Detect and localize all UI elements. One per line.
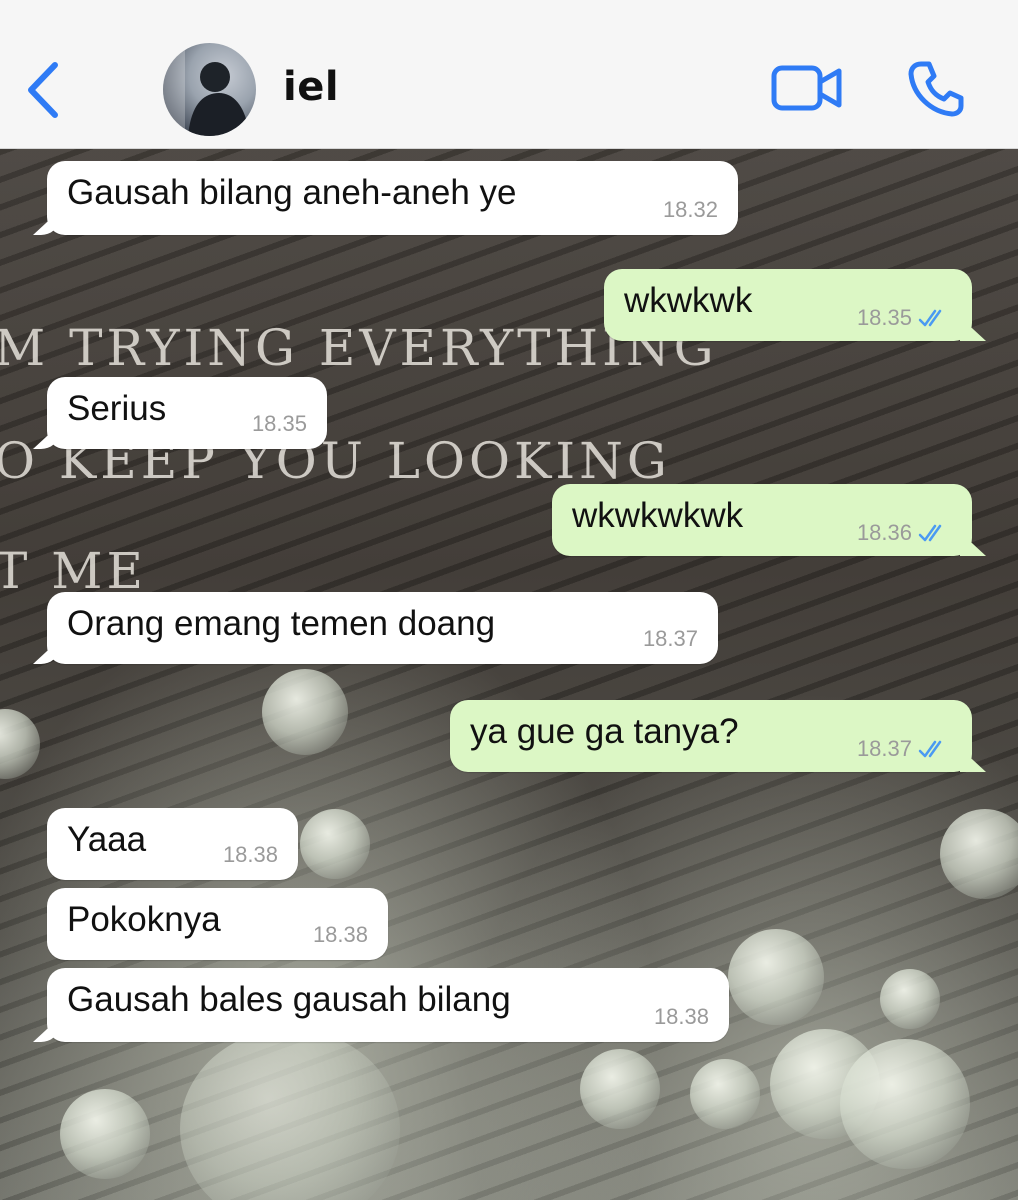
- outgoing-message[interactable]: wkwkwkwk 18.36: [552, 484, 972, 556]
- message-time: 18.35: [251, 411, 307, 436]
- video-call-button[interactable]: [770, 62, 844, 114]
- disco-ball-decoration: [580, 1049, 660, 1129]
- disco-ball-decoration: [300, 809, 370, 879]
- message-time: 18.38: [312, 922, 368, 947]
- video-camera-icon: [771, 65, 842, 111]
- message-text: Gausah bales gausah bilang: [67, 980, 511, 1019]
- chandelier-decoration: [180, 1029, 400, 1200]
- disco-ball-decoration: [728, 929, 824, 1025]
- back-button[interactable]: [18, 58, 68, 122]
- incoming-message[interactable]: Orang emang temen doang 18.37: [47, 592, 718, 664]
- message-text: Yaaa: [67, 820, 147, 859]
- message-text: wkwkwkwk: [572, 496, 744, 535]
- incoming-message[interactable]: Pokoknya 18.38: [47, 888, 388, 960]
- avatar-photo: [163, 43, 249, 136]
- disco-ball-decoration: [690, 1059, 760, 1129]
- contact-name[interactable]: iel: [283, 64, 339, 110]
- disco-ball-decoration: [840, 1039, 970, 1169]
- message-text: wkwkwk: [624, 281, 753, 320]
- message-time: 18.38: [222, 842, 278, 867]
- double-check-read-icon: [918, 309, 942, 327]
- incoming-message[interactable]: Serius 18.35: [47, 377, 327, 449]
- message-meta: 18.37: [857, 736, 950, 762]
- message-time: 18.37: [856, 736, 912, 761]
- voice-call-button[interactable]: [905, 58, 967, 120]
- phone-icon: [908, 61, 964, 117]
- double-check-read-icon: [918, 740, 942, 758]
- message-time: 18.36: [856, 520, 912, 545]
- disco-ball-decoration: [0, 709, 40, 779]
- incoming-message[interactable]: Gausah bilang aneh-aneh ye 18.32: [47, 161, 738, 235]
- message-time: 18.38: [653, 1004, 709, 1029]
- disco-ball-decoration: [940, 809, 1018, 899]
- message-time: 18.32: [662, 197, 718, 222]
- disco-ball-decoration: [262, 669, 348, 755]
- message-text: Orang emang temen doang: [67, 604, 496, 643]
- outgoing-message[interactable]: ya gue ga tanya? 18.37: [450, 700, 972, 772]
- disco-ball-decoration: [60, 1089, 150, 1179]
- outgoing-message[interactable]: wkwkwk 18.35: [604, 269, 972, 341]
- disco-ball-decoration: [880, 969, 940, 1029]
- message-time: 18.37: [642, 626, 698, 651]
- chevron-left-icon: [28, 62, 58, 118]
- incoming-message[interactable]: Gausah bales gausah bilang 18.38: [47, 968, 729, 1042]
- message-meta: 18.36: [857, 520, 950, 546]
- chat-header: iel: [0, 0, 1018, 149]
- message-text: Serius: [67, 389, 167, 428]
- message-text: Gausah bilang aneh-aneh ye: [67, 173, 517, 212]
- message-time: 18.35: [856, 305, 912, 330]
- double-check-read-icon: [918, 524, 942, 542]
- incoming-message[interactable]: Yaaa 18.38: [47, 808, 298, 880]
- message-text: ya gue ga tanya?: [470, 712, 739, 751]
- contact-avatar[interactable]: [163, 43, 256, 136]
- chat-screen: M TRYING EVERYTHING O KEEP YOU LOOKING T…: [0, 0, 1018, 1200]
- message-text: Pokoknya: [67, 900, 221, 939]
- message-meta: 18.35: [857, 305, 950, 331]
